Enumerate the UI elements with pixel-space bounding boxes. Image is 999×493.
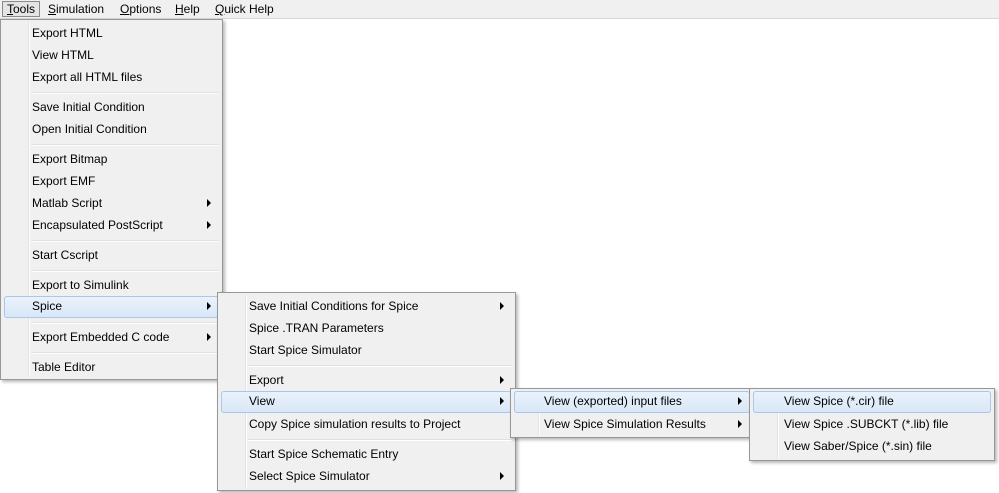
menu-item-label: View Spice .SUBCKT (*.lib) file — [784, 417, 949, 431]
menu-item-label: Export — [249, 373, 284, 387]
submenu-arrow-icon — [207, 199, 211, 207]
menu-item-start-spice-schematic-entry[interactable]: Start Spice Schematic Entry — [221, 444, 512, 464]
menu-separator — [31, 92, 219, 94]
menu-item-label: Select Spice Simulator — [249, 469, 370, 483]
menu-item-label: Save Initial Condition — [32, 100, 145, 114]
menu-item-label: Export HTML — [32, 26, 103, 40]
menu-options[interactable]: Options — [116, 1, 165, 17]
menu-item-spice[interactable]: Spice — [4, 296, 219, 318]
menu-item-select-spice-simulator[interactable]: Select Spice Simulator — [221, 466, 512, 486]
menu-item-label: Export to Simulink — [32, 278, 129, 292]
menu-item-label: Spice .TRAN Parameters — [249, 321, 384, 335]
menu-item-view-html[interactable]: View HTML — [4, 45, 219, 65]
menu-item-label: Save Initial Conditions for Spice — [249, 299, 419, 313]
menu-item-view-spice-simulation-results[interactable]: View Spice Simulation Results — [514, 414, 750, 434]
menu-item-export-emf[interactable]: Export EMF — [4, 171, 219, 191]
menu-tools-rest: ools — [13, 2, 36, 16]
menu-item-label: Export all HTML files — [32, 70, 143, 84]
menu-item-label: Matlab Script — [32, 196, 103, 210]
menu-simulation-mnemonic: S — [48, 2, 57, 16]
menu-item-matlab-script[interactable]: Matlab Script — [4, 193, 219, 213]
menu-item-label: Export Bitmap — [32, 152, 108, 166]
menu-item-spice-tran-parameters[interactable]: Spice .TRAN Parameters — [221, 318, 512, 338]
menu-item-start-cscript[interactable]: Start Cscript — [4, 245, 219, 265]
menu-simulation-rest: imulation — [56, 2, 105, 16]
menu-item-table-editor[interactable]: Table Editor — [4, 357, 219, 377]
menu-item-copy-spice-results[interactable]: Copy Spice simulation results to Project — [221, 414, 512, 434]
menu-item-label: View Saber/Spice (*.sin) file — [784, 439, 932, 453]
menu-item-label: Export Embedded C code — [32, 330, 170, 344]
menu-simulation[interactable]: Simulation — [44, 1, 108, 17]
menu-item-export[interactable]: Export — [221, 370, 512, 390]
menu-item-export-all-html[interactable]: Export all HTML files — [4, 67, 219, 87]
menu-help-rest: elp — [183, 2, 200, 16]
menu-quick-help[interactable]: Quick Help — [211, 1, 278, 17]
menu-separator — [31, 144, 219, 146]
menu-item-label: View Spice (*.cir) file — [784, 394, 894, 408]
menu-item-save-initial-condition[interactable]: Save Initial Condition — [4, 97, 219, 117]
submenu-arrow-icon — [500, 397, 504, 405]
menu-item-view-saber-spice-sin[interactable]: View Saber/Spice (*.sin) file — [753, 436, 991, 456]
menu-item-export-embedded-c[interactable]: Export Embedded C code — [4, 327, 219, 347]
submenu-arrow-icon — [207, 333, 211, 341]
menu-separator — [248, 439, 512, 441]
menu-item-label: Table Editor — [32, 360, 96, 374]
submenu-arrow-icon — [738, 420, 742, 428]
menu-item-view-spice-cir[interactable]: View Spice (*.cir) file — [753, 391, 991, 413]
menu-item-label: View — [249, 394, 275, 408]
menu-help-mnemonic: H — [175, 2, 184, 16]
tools-menu: Export HTML View HTML Export all HTML fi… — [0, 19, 223, 380]
menu-item-label: Open Initial Condition — [32, 122, 147, 136]
menu-item-label: Copy Spice simulation results to Project — [249, 417, 461, 431]
menu-item-export-to-simulink[interactable]: Export to Simulink — [4, 275, 219, 295]
menu-item-view[interactable]: View — [221, 391, 512, 413]
submenu-arrow-icon — [207, 302, 211, 310]
menu-item-label: Encapsulated PostScript — [32, 218, 163, 232]
submenu-arrow-icon — [738, 397, 742, 405]
menu-tools[interactable]: Tools — [2, 1, 41, 17]
menu-options-mnemonic: O — [120, 2, 130, 16]
menu-quick-help-mnemonic: Q — [215, 2, 225, 16]
menu-item-label: Spice — [32, 299, 63, 313]
menu-separator — [31, 270, 219, 272]
menu-item-label: View HTML — [32, 48, 94, 62]
input-files-submenu: View Spice (*.cir) file View Spice .SUBC… — [749, 388, 995, 461]
submenu-arrow-icon — [207, 221, 211, 229]
view-submenu: View (exported) input files View Spice S… — [510, 388, 754, 438]
menu-separator — [248, 365, 512, 367]
menu-item-label: Export EMF — [32, 174, 96, 188]
menu-item-export-html[interactable]: Export HTML — [4, 23, 219, 43]
menu-item-save-initial-conditions-spice[interactable]: Save Initial Conditions for Spice — [221, 296, 512, 316]
menu-item-label: View Spice Simulation Results — [544, 417, 706, 431]
menu-item-open-initial-condition[interactable]: Open Initial Condition — [4, 119, 219, 139]
submenu-arrow-icon — [500, 472, 504, 480]
menu-help[interactable]: Help — [171, 1, 204, 17]
menu-separator — [31, 352, 219, 354]
menu-item-label: View (exported) input files — [544, 394, 682, 408]
menu-separator — [31, 322, 219, 324]
spice-submenu: Save Initial Conditions for Spice Spice … — [217, 292, 516, 491]
menu-separator — [31, 240, 219, 242]
menu-item-view-spice-subckt-lib[interactable]: View Spice .SUBCKT (*.lib) file — [753, 414, 991, 434]
menu-item-export-bitmap[interactable]: Export Bitmap — [4, 149, 219, 169]
submenu-arrow-icon — [500, 302, 504, 310]
menu-options-rest: ptions — [129, 2, 162, 16]
menu-item-start-spice-simulator[interactable]: Start Spice Simulator — [221, 340, 512, 360]
menu-bar: Tools Simulation Options Help Quick Help — [0, 0, 999, 19]
menu-item-encapsulated-postscript[interactable]: Encapsulated PostScript — [4, 215, 219, 235]
menu-item-label: Start Spice Schematic Entry — [249, 447, 399, 461]
menu-item-label: Start Spice Simulator — [249, 343, 362, 357]
menu-item-view-exported-input-files[interactable]: View (exported) input files — [514, 391, 750, 413]
menu-item-label: Start Cscript — [32, 248, 99, 262]
menu-quick-help-rest: uick Help — [224, 2, 274, 16]
submenu-arrow-icon — [500, 376, 504, 384]
